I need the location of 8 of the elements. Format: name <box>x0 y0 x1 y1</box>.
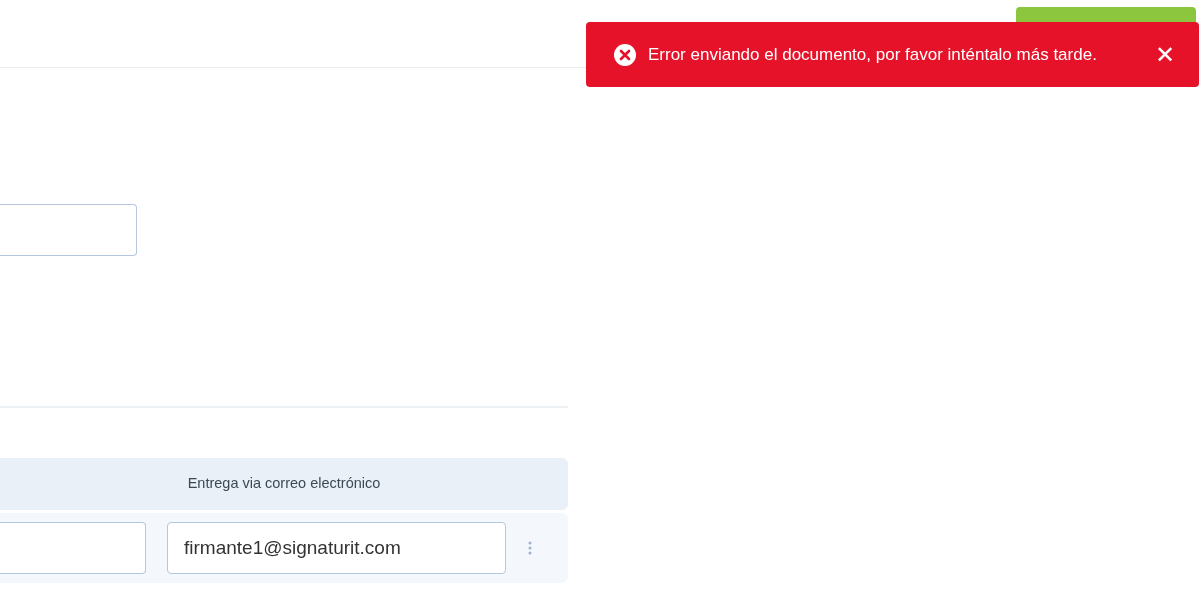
toast-message: Error enviando el documento, por favor inténtalo más tarde. <box>648 43 1098 66</box>
column-header: Entrega via correo electrónico <box>187 474 381 494</box>
email-field[interactable]: firmante1@signaturit.com <box>167 522 506 574</box>
more-options-icon[interactable] <box>528 541 532 555</box>
name-field[interactable] <box>0 522 146 574</box>
error-icon <box>614 43 636 66</box>
input-field[interactable] <box>0 204 137 256</box>
close-button[interactable]: ✕ <box>1155 42 1175 67</box>
